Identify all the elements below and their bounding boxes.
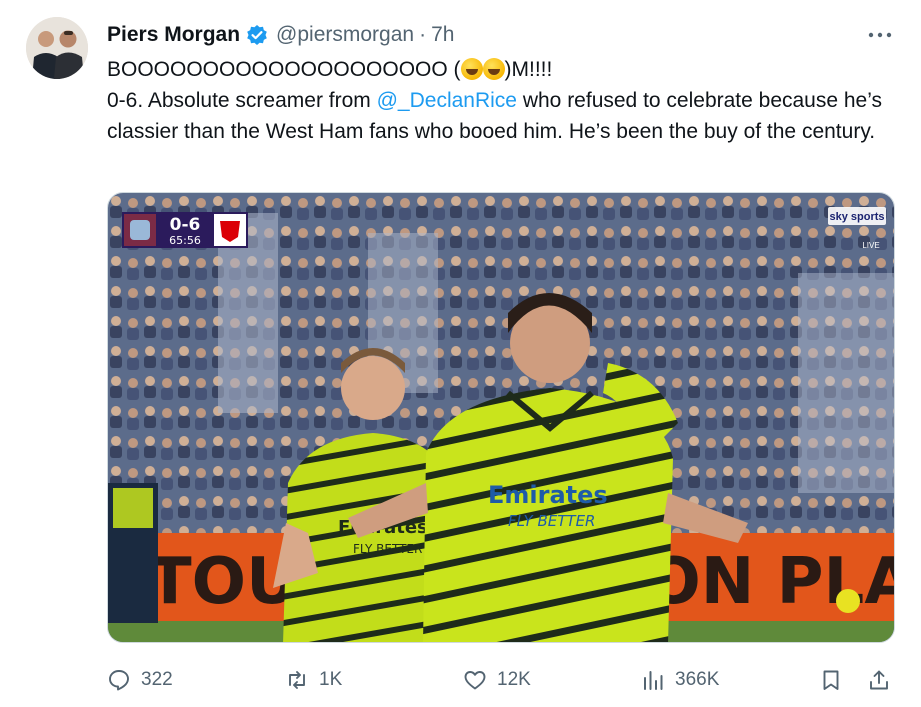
tweet-line-1-end: )M!!!! xyxy=(504,58,553,81)
scoreboard: 0-6 65:56 xyxy=(122,212,248,248)
reply-icon xyxy=(109,670,129,691)
svg-text:sky sports: sky sports xyxy=(829,211,884,223)
tweet-body: 0-6. Absolute screamer from @_DeclanRice… xyxy=(107,85,897,147)
svg-text:LIVE: LIVE xyxy=(862,241,879,250)
avatar[interactable] xyxy=(26,17,88,79)
bookmark-button[interactable] xyxy=(819,663,843,697)
reply-count: 322 xyxy=(141,669,173,690)
like-button[interactable]: 12K xyxy=(463,663,531,697)
score-text: 0-6 xyxy=(170,215,201,235)
tweet-header: Piers Morgan @piersmorgan · 7h xyxy=(107,20,454,50)
share-button[interactable] xyxy=(867,663,891,697)
user-handle[interactable]: @piersmorgan xyxy=(276,23,414,47)
tweet-actions: 322 1K 12K 366K xyxy=(107,663,897,697)
timestamp[interactable]: 7h xyxy=(431,23,454,47)
separator-dot: · xyxy=(419,23,427,46)
tweet-photo[interactable]: TOUC S ON PLAN Emirates FLY BETTER Emira… xyxy=(107,192,895,643)
views-count: 366K xyxy=(675,669,720,690)
tweet-body-start: 0-6. Absolute screamer from xyxy=(107,89,377,112)
share-icon xyxy=(870,670,888,690)
more-options-icon[interactable] xyxy=(865,22,895,48)
retweet-count: 1K xyxy=(319,669,343,690)
heart-icon xyxy=(464,671,486,690)
laughing-emoji-icon xyxy=(482,58,505,80)
mention-link[interactable]: @_DeclanRice xyxy=(377,89,517,112)
reply-button[interactable]: 322 xyxy=(107,663,173,697)
like-count: 12K xyxy=(497,669,531,690)
svg-text:Emirates: Emirates xyxy=(488,481,608,509)
tweet: Piers Morgan @piersmorgan · 7h BOOOOOOOO… xyxy=(0,0,921,707)
display-name[interactable]: Piers Morgan xyxy=(107,23,240,47)
retweet-icon xyxy=(289,671,305,689)
analytics-icon xyxy=(644,671,663,690)
verified-badge-icon xyxy=(246,24,268,46)
tweet-line-1: BOOOOOOOOOOOOOOOOOOOO ( )M!!!! xyxy=(107,54,897,85)
retweet-button[interactable]: 1K xyxy=(285,663,342,697)
match-clock: 65:56 xyxy=(169,234,201,247)
svg-text:FLY BETTER: FLY BETTER xyxy=(508,512,595,530)
bookmark-icon xyxy=(823,670,839,690)
svg-text:FLY BETTER: FLY BETTER xyxy=(353,542,422,556)
tweet-line-1-start: BOOOOOOOOOOOOOOOOOOOO ( xyxy=(107,58,461,81)
tweet-text: BOOOOOOOOOOOOOOOOOOOO ( )M!!!! 0-6. Absol… xyxy=(107,54,897,147)
views-button[interactable]: 366K xyxy=(641,663,719,697)
laughing-emoji-icon xyxy=(460,58,483,80)
